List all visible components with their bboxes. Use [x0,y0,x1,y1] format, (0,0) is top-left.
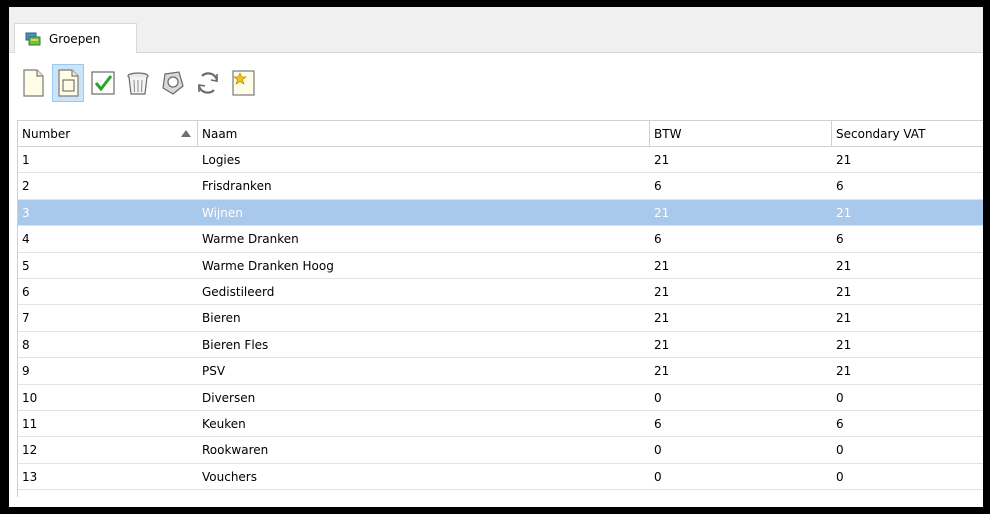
groups-table: Number Naam BTW Secondary VAT 1 Logies 21 2… [17,120,983,497]
cell-naam: Rookwaren [202,443,269,458]
column-header-number[interactable]: Number [18,121,198,147]
cell-naam: Logies [202,153,241,167]
table-row[interactable]: 9 PSV 21 21 [18,358,983,385]
tab-bar: Groepen [9,7,983,53]
cell-btw: 21 [654,337,670,352]
search-button[interactable] [157,64,189,102]
cell-naam: Wijnen [202,205,243,220]
confirm-button[interactable] [87,64,119,102]
cell-secondary-vat: 21 [836,364,852,379]
cell-btw: 6 [654,179,662,194]
cell-naam: Bieren Fles [202,337,269,352]
cell-secondary-vat: 6 [836,232,844,247]
window-frame: Groepen Number Naam BTW Secondary VAT 1 … [0,0,990,514]
groups-panel: Number Naam BTW Secondary VAT 1 Logies 21 2… [9,53,983,507]
cell-secondary-vat: 0 [836,390,844,405]
cell-number: 5 [22,258,30,273]
table-row[interactable]: 6 Gedistileerd 21 21 [18,279,983,306]
cell-naam: Gedistileerd [202,284,275,299]
table-row[interactable]: 3 Wijnen 21 21 [18,199,983,227]
column-header-btw[interactable]: BTW [650,121,832,147]
column-header-label: Number [22,127,71,141]
cell-secondary-vat: 21 [836,153,852,167]
cell-btw: 21 [654,258,670,273]
cell-btw: 21 [654,311,670,326]
table-row[interactable]: 2 Frisdranken 6 6 [18,173,983,200]
cell-naam: Bieren [202,311,241,326]
cell-btw: 21 [654,205,670,220]
cell-secondary-vat: 21 [836,337,852,352]
window-content: Groepen Number Naam BTW Secondary VAT 1 … [9,7,983,507]
column-header-label: Naam [202,127,238,141]
checkmark-icon [91,71,115,95]
table-header: Number Naam BTW Secondary VAT [18,121,983,147]
search-icon [162,71,184,95]
cell-naam: Keuken [202,416,246,431]
trash-icon [127,72,149,95]
cell-number: 6 [22,284,30,299]
table-row[interactable]: 11 Keuken 6 6 [18,411,983,438]
edit-document-icon [58,69,79,97]
cell-btw: 0 [654,443,662,458]
column-header-secondary-vat[interactable]: Secondary VAT [832,121,983,147]
cell-secondary-vat: 0 [836,469,844,484]
refresh-button[interactable] [192,64,224,102]
cell-secondary-vat: 21 [836,258,852,273]
table-row[interactable]: 13 Vouchers 0 0 [18,464,983,491]
cell-secondary-vat: 21 [836,311,852,326]
cell-naam: Diversen [202,390,256,405]
cell-number: 1 [22,153,30,167]
cell-number: 4 [22,232,30,247]
cell-number: 10 [22,390,38,405]
cell-naam: PSV [202,364,226,379]
column-header-naam[interactable]: Naam [198,121,650,147]
cell-secondary-vat: 6 [836,416,844,431]
cell-naam: Warme Dranken [202,232,299,247]
new-button[interactable] [17,64,49,102]
new-document-icon [23,69,44,97]
cell-btw: 21 [654,364,670,379]
column-header-label: Secondary VAT [836,127,926,141]
cell-number: 3 [22,205,30,220]
cell-secondary-vat: 21 [836,284,852,299]
table-row[interactable]: 1 Logies 21 21 [18,147,983,174]
refresh-icon [197,72,219,94]
cell-number: 11 [22,416,38,431]
cell-btw: 21 [654,153,670,167]
cell-number: 2 [22,179,30,194]
table-row[interactable]: 7 Bieren 21 21 [18,305,983,332]
cell-number: 12 [22,443,38,458]
column-header-label: BTW [654,127,682,141]
groups-icon [25,32,41,46]
cell-naam: Warme Dranken Hoog [202,258,334,273]
tab-groepen[interactable]: Groepen [14,23,137,53]
favorite-button[interactable] [227,64,259,102]
table-row[interactable]: 4 Warme Dranken 6 6 [18,226,983,253]
cell-btw: 6 [654,232,662,247]
cell-btw: 0 [654,390,662,405]
cell-secondary-vat: 21 [836,205,852,220]
star-icon [232,70,255,96]
cell-secondary-vat: 0 [836,443,844,458]
table-row[interactable]: 8 Bieren Fles 21 21 [18,332,983,359]
tab-label: Groepen [49,31,101,46]
toolbar [17,57,259,109]
delete-button[interactable] [122,64,154,102]
cell-secondary-vat: 6 [836,179,844,194]
cell-number: 7 [22,311,30,326]
cell-btw: 6 [654,416,662,431]
table-row[interactable]: 5 Warme Dranken Hoog 21 21 [18,253,983,279]
cell-number: 13 [22,469,38,484]
cell-btw: 0 [654,469,662,484]
sort-ascending-icon [181,130,191,137]
edit-button[interactable] [52,64,84,102]
table-row[interactable]: 10 Diversen 0 0 [18,385,983,411]
cell-number: 9 [22,364,30,379]
cell-btw: 21 [654,284,670,299]
cell-number: 8 [22,337,30,352]
cell-naam: Vouchers [202,469,257,484]
cell-naam: Frisdranken [202,179,272,194]
table-row[interactable]: 12 Rookwaren 0 0 [18,437,983,464]
table-body: 1 Logies 21 21 2 Frisdranken 6 6 3 Wijnen 21 21 4 War… [18,147,983,491]
